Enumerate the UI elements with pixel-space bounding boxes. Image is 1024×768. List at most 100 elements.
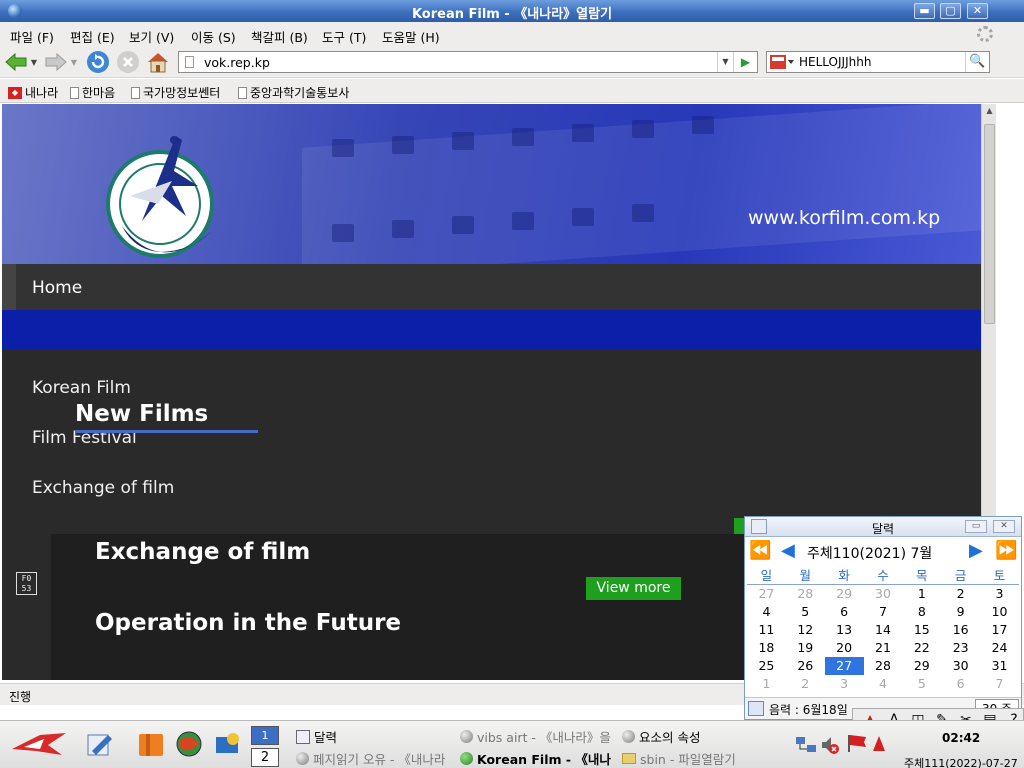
calendar-day[interactable]: 2 — [941, 585, 980, 603]
menu-edit[interactable]: 편집 (E) — [70, 27, 115, 46]
home-button[interactable] — [146, 50, 170, 74]
media-icon[interactable] — [212, 729, 242, 759]
prev-year-icon[interactable]: ⏪ — [749, 541, 771, 561]
calendar-day[interactable]: 2 — [786, 675, 825, 693]
calendar-day[interactable]: 9 — [941, 603, 980, 621]
slide-title-operation[interactable]: Operation in the Future — [95, 610, 401, 636]
task-calendar[interactable]: 달력 — [296, 727, 337, 746]
calendar-day[interactable]: 18 — [747, 639, 786, 657]
calendar-day[interactable]: 5 — [786, 603, 825, 621]
next-year-icon[interactable]: ⏩ — [995, 541, 1017, 561]
calendar-day[interactable]: 14 — [864, 621, 903, 639]
calendar-day[interactable]: 12 — [786, 621, 825, 639]
task-korean-film[interactable]: Korean Film - 《내나 — [460, 749, 611, 768]
calendar-titlebar[interactable]: 달력 ▭ ✕ — [745, 517, 1021, 537]
calendar-day[interactable]: 4 — [864, 675, 903, 693]
calendar-day[interactable]: 22 — [902, 639, 941, 657]
calendar-restore-button[interactable]: ▭ — [965, 520, 987, 533]
close-button[interactable]: ✕ — [967, 3, 988, 19]
calendar-day-today[interactable]: 27 — [824, 656, 864, 675]
calendar-day[interactable]: 5 — [902, 675, 941, 693]
calendar-day[interactable]: 29 — [825, 585, 864, 603]
scrollbar-thumb[interactable] — [984, 124, 995, 324]
forward-button[interactable] — [44, 50, 68, 74]
calendar-day[interactable]: 11 — [747, 621, 786, 639]
back-history-dropdown[interactable]: ▼ — [28, 50, 40, 74]
go-button[interactable]: ▶ — [733, 52, 757, 72]
calendar-day[interactable]: 30 — [864, 585, 903, 603]
korfilm-logo[interactable] — [102, 126, 222, 261]
nav-korean-film-link[interactable]: Korean Film — [32, 378, 131, 398]
calendar-day[interactable]: 8 — [902, 603, 941, 621]
nav-exchange-of-film-link[interactable]: Exchange of film — [32, 478, 174, 498]
reload-button[interactable] — [86, 50, 110, 74]
menu-go[interactable]: 이동 (S) — [191, 27, 236, 46]
files-icon[interactable] — [136, 729, 166, 759]
calendar-day[interactable]: 28 — [786, 585, 825, 603]
back-button[interactable] — [4, 50, 28, 74]
party-emblem-icon[interactable] — [872, 735, 886, 753]
menu-tools[interactable]: 도구 (T) — [322, 27, 366, 46]
bookmark-science-news[interactable]: 중앙과학기술통보사 — [238, 84, 349, 101]
calendar-day[interactable]: 10 — [980, 603, 1019, 621]
task-vibs-airt[interactable]: vibs airt - 《내나라》을 — [460, 727, 611, 746]
address-bar[interactable]: vok.rep.kp ▼ ▶ — [178, 51, 758, 73]
window-titlebar[interactable]: Korean Film - 《내나라》열람기 ▬ ▢ ✕ — [0, 0, 1024, 22]
calendar-day[interactable]: 17 — [980, 621, 1019, 639]
flag-icon[interactable] — [846, 733, 868, 753]
calendar-day[interactable]: 27 — [747, 585, 786, 603]
address-history-dropdown[interactable]: ▼ — [717, 52, 733, 72]
clock[interactable]: 02:42 — [942, 731, 980, 745]
calendar-window[interactable]: 달력 ▭ ✕ ⏪ ◀ 주체110(2021) 7월 ▶ ⏩ 일월화수목금토 27… — [744, 516, 1022, 720]
calendar-day[interactable]: 21 — [864, 639, 903, 657]
stop-button[interactable] — [116, 50, 140, 74]
calendar-day[interactable]: 30 — [941, 657, 980, 675]
menu-help[interactable]: 도움말 (H) — [382, 27, 440, 46]
calendar-day[interactable]: 25 — [747, 657, 786, 675]
calendar-day[interactable]: 31 — [980, 657, 1019, 675]
forward-history-dropdown[interactable]: ▼ — [68, 50, 80, 74]
calendar-day[interactable]: 16 — [941, 621, 980, 639]
bookmark-hanmaeum[interactable]: 한마음 — [70, 84, 115, 101]
minimize-button[interactable]: ▬ — [914, 3, 935, 19]
calendar-day[interactable]: 29 — [902, 657, 941, 675]
calendar-day[interactable]: 24 — [980, 639, 1019, 657]
calendar-day[interactable]: 28 — [864, 657, 903, 675]
calendar-day[interactable]: 26 — [786, 657, 825, 675]
calendar-day[interactable]: 4 — [747, 603, 786, 621]
calendar-close-button[interactable]: ✕ — [993, 520, 1015, 533]
search-input[interactable] — [799, 54, 959, 70]
address-input[interactable]: vok.rep.kp — [204, 55, 270, 70]
featured-slide[interactable]: Exchange of film Operation in the Future… — [51, 534, 751, 680]
search-bar[interactable]: 🔍 — [766, 51, 990, 73]
nav-home-link[interactable]: Home — [32, 278, 82, 298]
calendar-day[interactable]: 6 — [941, 675, 980, 693]
slide-title-exchange[interactable]: Exchange of film — [95, 539, 310, 565]
search-button[interactable]: 🔍 — [965, 52, 989, 72]
browser-icon[interactable] — [174, 729, 204, 759]
task-page-read-error[interactable]: 페지읽기 오유 - 《내나라 — [296, 749, 445, 768]
calendar-day[interactable]: 13 — [825, 621, 864, 639]
maximize-button[interactable]: ▢ — [940, 3, 961, 19]
calendar-day[interactable]: 1 — [902, 585, 941, 603]
view-more-button[interactable]: View more — [586, 577, 681, 600]
search-engine-icon[interactable] — [769, 54, 795, 70]
next-month-icon[interactable]: ▶ — [969, 541, 983, 561]
workspace-2-button[interactable]: 2 — [251, 748, 279, 767]
calendar-day[interactable]: 19 — [786, 639, 825, 657]
scroll-up-arrow-icon[interactable]: ▲ — [984, 106, 995, 118]
prev-month-icon[interactable]: ◀ — [781, 541, 795, 561]
bookmark-national-network-center[interactable]: 국가망정보쎈터 — [131, 84, 220, 101]
task-sbin-file-browser[interactable]: sbin - 파일열람기 — [622, 749, 736, 768]
calendar-day[interactable]: 23 — [941, 639, 980, 657]
calendar-day[interactable]: 15 — [902, 621, 941, 639]
calendar-day[interactable]: 20 — [825, 639, 864, 657]
calendar-day[interactable]: 6 — [825, 603, 864, 621]
calendar-day[interactable]: 3 — [825, 675, 864, 693]
menu-bookmarks[interactable]: 책갈피 (B) — [251, 27, 308, 46]
menu-file[interactable]: 파일 (F) — [10, 27, 54, 46]
network-icon[interactable] — [794, 735, 818, 755]
menu-view[interactable]: 보기 (V) — [129, 27, 174, 46]
calendar-day[interactable]: 1 — [747, 675, 786, 693]
volume-muted-icon[interactable] — [820, 735, 840, 755]
